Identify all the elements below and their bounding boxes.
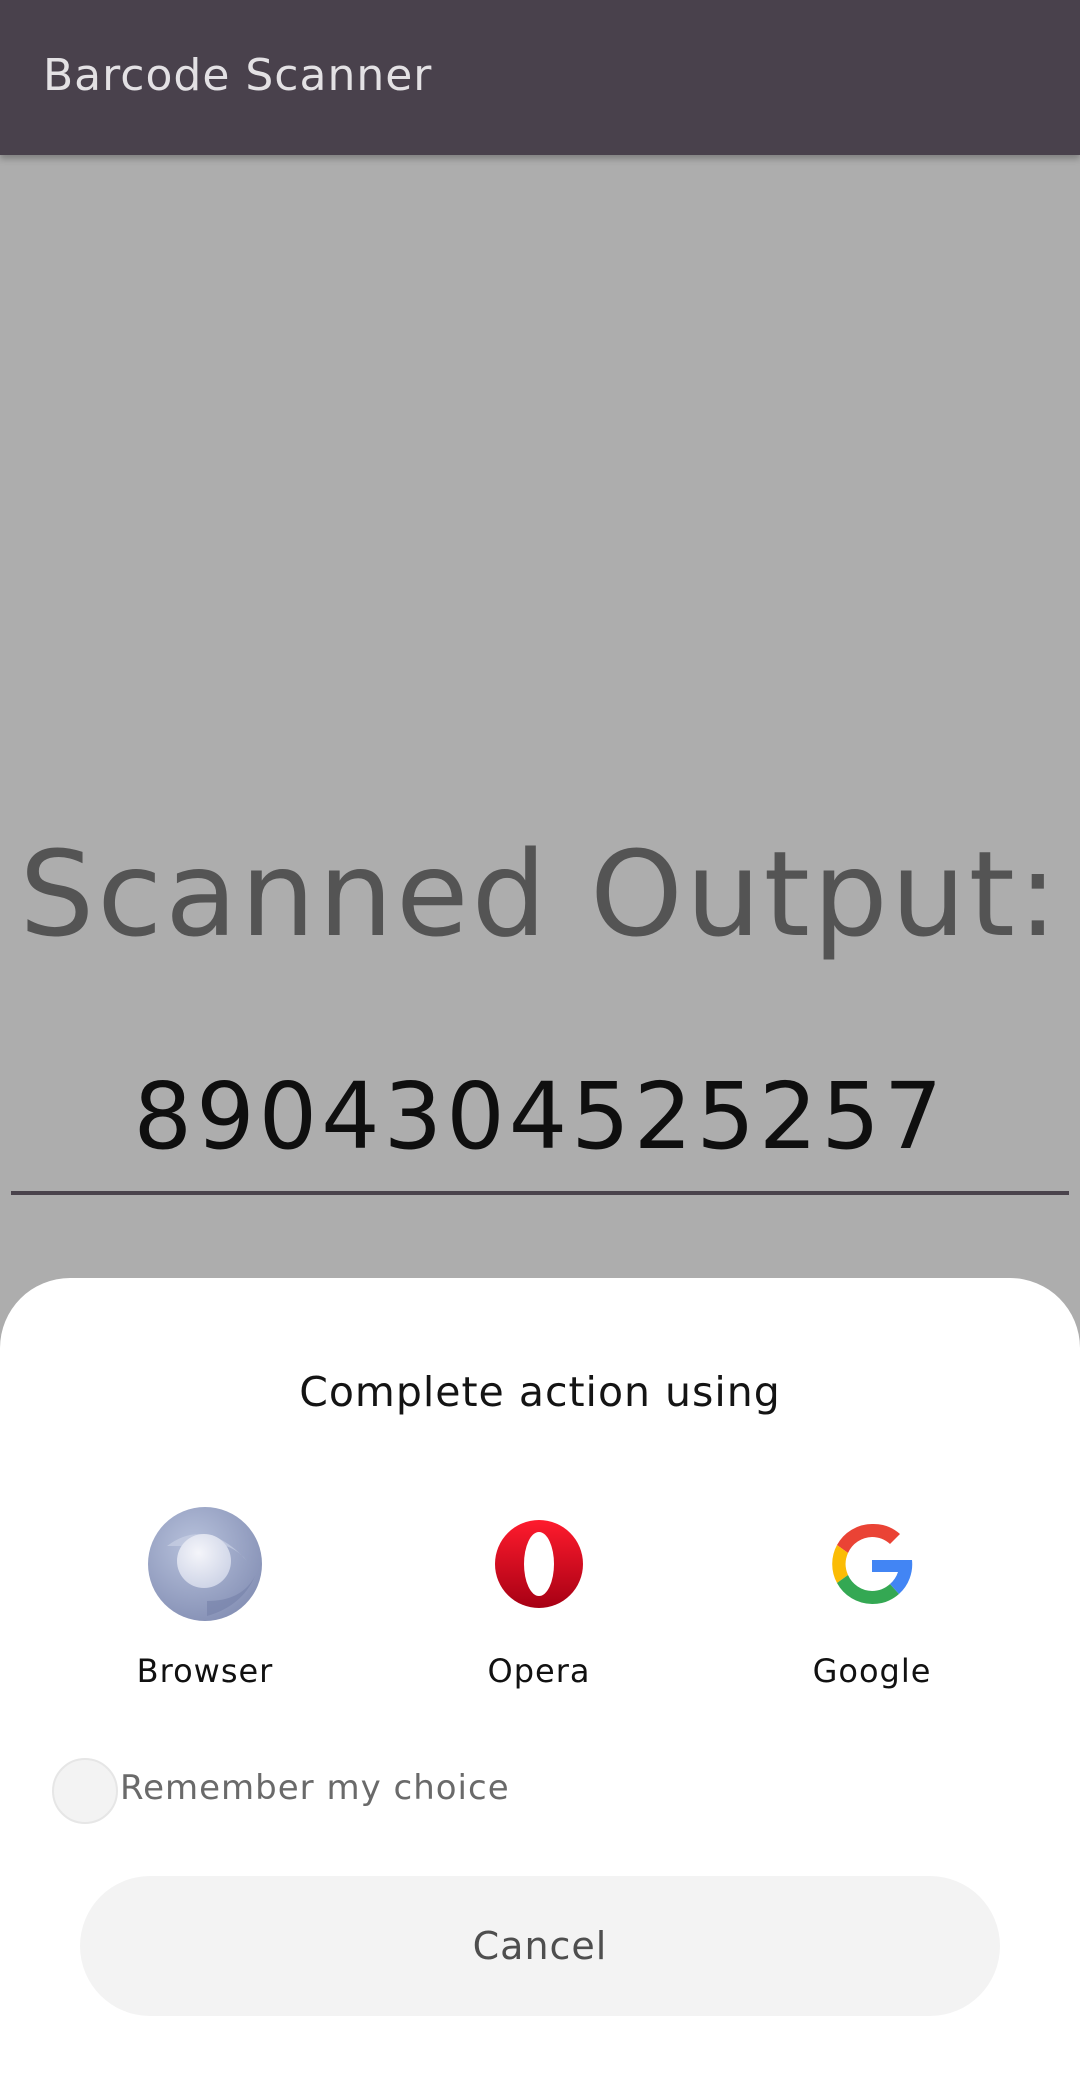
- remember-choice-checkbox[interactable]: [52, 1758, 118, 1824]
- cancel-button[interactable]: Cancel: [80, 1876, 1000, 2016]
- opera-icon: [481, 1506, 597, 1622]
- remember-choice-row[interactable]: Remember my choice: [52, 1758, 752, 1824]
- app-option-browser[interactable]: Browser: [95, 1506, 315, 1690]
- app-option-google[interactable]: Google: [762, 1506, 982, 1690]
- google-icon: [814, 1506, 930, 1622]
- app-label-google: Google: [812, 1652, 932, 1690]
- app-label-browser: Browser: [136, 1652, 274, 1690]
- app-chooser-sheet: Complete action using Browser Opera Goog…: [0, 1278, 1080, 2085]
- scanned-value-field[interactable]: 8904304525257: [0, 1063, 1080, 1170]
- app-bar: Barcode Scanner: [0, 0, 1080, 155]
- remember-choice-label: Remember my choice: [120, 1768, 510, 1808]
- value-underline: [11, 1191, 1069, 1195]
- app-option-opera[interactable]: Opera: [429, 1506, 649, 1690]
- app-label-opera: Opera: [487, 1652, 591, 1690]
- app-title: Barcode Scanner: [43, 50, 433, 101]
- chooser-title: Complete action using: [299, 1368, 781, 1416]
- scanned-output-heading: Scanned Output:: [19, 825, 1061, 963]
- browser-icon: [147, 1506, 263, 1622]
